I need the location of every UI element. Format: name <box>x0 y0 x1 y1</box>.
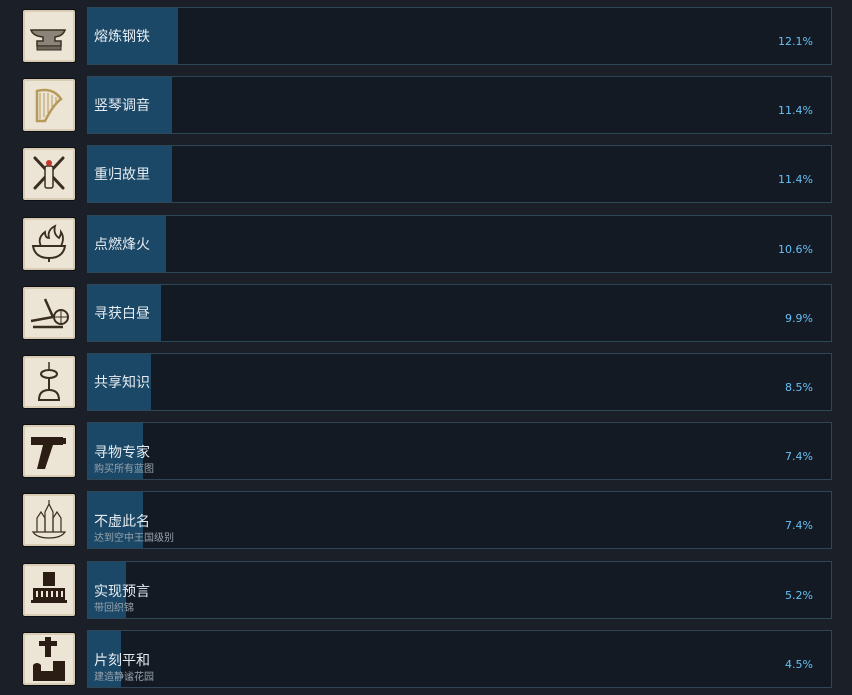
achievement-progress-panel: 熔炼钢铁 12.1% <box>87 7 832 65</box>
achievement-row[interactable]: 熔炼钢铁 12.1% <box>0 0 852 69</box>
tower-pedestal-icon <box>22 355 76 409</box>
achievement-row[interactable]: 寻物专家购买所有蓝图 7.4% <box>0 415 852 484</box>
achievement-title: 片刻平和 <box>94 652 150 669</box>
achievement-title: 共享知识 <box>94 375 150 391</box>
achievement-progress-panel: 片刻平和建造静谧花园 4.5% <box>87 629 832 688</box>
achievement-row[interactable]: 寻获白昼 9.9% <box>0 277 852 346</box>
tapestry-building-icon <box>22 562 76 617</box>
unlock-percent: 7.4% <box>785 450 813 464</box>
sky-kingdom-icon <box>22 493 76 548</box>
achievement-row[interactable]: 点燃烽火 10.6% <box>0 208 852 277</box>
achievement-progress-panel: 实现预言带回织锦 5.2% <box>87 560 832 619</box>
achievement-title: 熔炼钢铁 <box>94 29 150 45</box>
achievement-row[interactable]: 片刻平和建造静谧花园 4.5% <box>0 623 852 692</box>
achievement-title: 不虚此名 <box>94 514 150 531</box>
achievement-progress-panel: 重归故里 11.4% <box>87 145 832 204</box>
achievement-title: 点燃烽火 <box>94 236 150 253</box>
achievement-progress-panel: 竖琴调音 11.4% <box>87 76 832 135</box>
unlock-percent: 9.9% <box>785 311 813 325</box>
achievement-title: 竖琴调音 <box>94 98 150 115</box>
achievement-row[interactable]: 实现预言带回织锦 5.2% <box>0 554 852 623</box>
achievement-row[interactable]: 共享知识 8.5% <box>0 346 852 415</box>
achievement-description: 带回织锦 <box>94 602 134 614</box>
achievement-row[interactable]: 重归故里 11.4% <box>0 138 852 207</box>
unlock-percent: 4.5% <box>785 657 813 671</box>
achievement-progress-panel: 寻物专家购买所有蓝图 7.4% <box>87 422 832 481</box>
achievement-progress-panel: 寻获白昼 9.9% <box>87 283 832 342</box>
hammer-icon <box>22 424 76 479</box>
unlock-percent: 11.4% <box>778 173 813 187</box>
achievement-title: 实现预言 <box>94 583 150 600</box>
achievement-list: 熔炼钢铁 12.1% 竖琴调音 11.4% 重归故里 11.4% 点燃烽火 10.6% 寻获白昼… <box>0 0 852 695</box>
achievement-title: 重归故里 <box>94 167 150 184</box>
achievement-progress-panel: 不虚此名达到空中王国级别 7.4% <box>87 491 832 550</box>
unlock-percent: 11.4% <box>778 104 813 118</box>
achievement-row[interactable]: 不虚此名达到空中王国级别 7.4% <box>0 484 852 553</box>
achievement-title: 寻获白昼 <box>94 305 150 322</box>
achievement-description: 达到空中王国级别 <box>94 533 174 545</box>
achievement-title: 寻物专家 <box>94 445 150 462</box>
crossed-tools-icon <box>22 147 76 202</box>
unlock-percent: 12.1% <box>778 35 813 48</box>
achievement-progress-panel: 共享知识 8.5% <box>87 353 832 411</box>
achievement-row[interactable]: 竖琴调音 11.4% <box>0 69 852 138</box>
harp-icon <box>22 78 76 133</box>
unlock-percent: 5.2% <box>785 588 813 602</box>
achievement-progress-panel: 点燃烽火 10.6% <box>87 214 832 273</box>
unlock-percent: 7.4% <box>785 519 813 533</box>
anvil-icon <box>22 9 76 63</box>
lever-machine-icon <box>22 285 76 340</box>
unlock-percent: 8.5% <box>785 381 813 394</box>
unlock-percent: 10.6% <box>778 242 813 256</box>
beacon-fire-icon <box>22 216 76 271</box>
garden-cross-icon <box>22 631 76 686</box>
achievement-description: 建造静谧花园 <box>94 671 154 683</box>
achievement-description: 购买所有蓝图 <box>94 464 154 476</box>
